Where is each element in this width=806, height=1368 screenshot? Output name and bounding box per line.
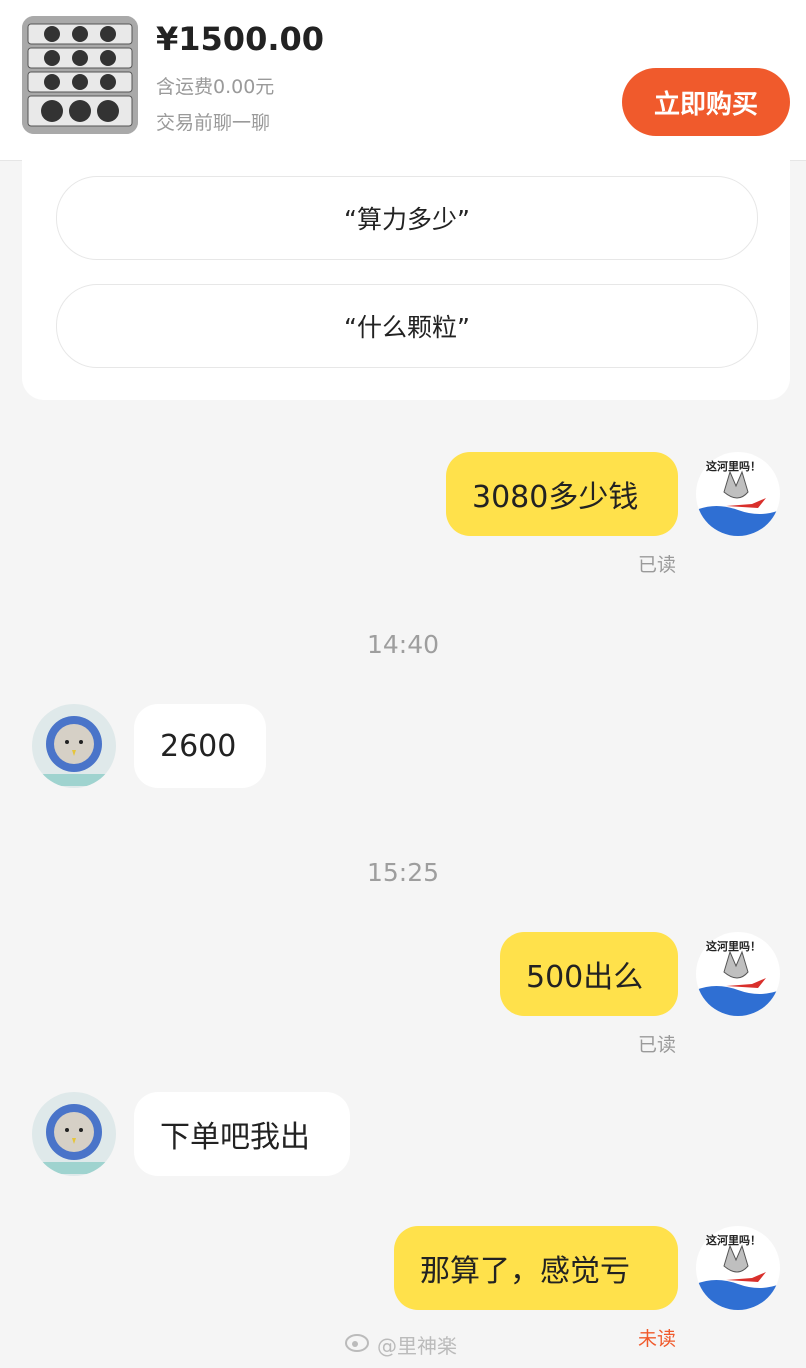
product-price: ¥1500.00 [156,20,325,58]
message-bubble-received[interactable]: 2600 [134,704,266,788]
shipping-fee: 含运费0.00元 [156,76,275,98]
product-thumbnail[interactable] [22,16,138,134]
timestamp: 15:25 [366,858,440,887]
timestamp: 14:40 [366,630,440,659]
message-bubble-sent[interactable]: 500出么 [500,932,678,1016]
message-bubble-sent[interactable]: 3080多少钱 [446,452,678,536]
quick-reply-memory-chip[interactable]: “什么颗粒” [56,284,758,368]
message-bubble-sent[interactable]: 那算了，感觉亏 [394,1226,678,1310]
read-status: 已读 [638,554,677,576]
seller-avatar[interactable] [32,1092,116,1176]
quick-reply-hashrate[interactable]: “算力多少” [56,176,758,260]
seller-avatar[interactable] [32,704,116,788]
chat-tip: 交易前聊一聊 [156,112,271,134]
watermark-text: @里神楽 [377,1334,457,1358]
avatar-caption: 这河里吗！ [706,1234,761,1247]
watermark: @里神楽 [345,1330,457,1359]
product-header: ¥1500.00 含运费0.00元 交易前聊一聊 立即购买 [0,0,806,161]
unread-status: 未读 [638,1328,677,1350]
message-bubble-received[interactable]: 下单吧我出 [134,1092,350,1176]
quick-replies-card: “算力多少” “什么颗粒” [22,160,790,400]
avatar-caption: 这河里吗！ [706,460,761,473]
buy-now-button[interactable]: 立即购买 [622,68,790,136]
weibo-icon [345,1332,371,1357]
read-status: 已读 [638,1034,677,1056]
avatar-caption: 这河里吗！ [706,940,761,953]
